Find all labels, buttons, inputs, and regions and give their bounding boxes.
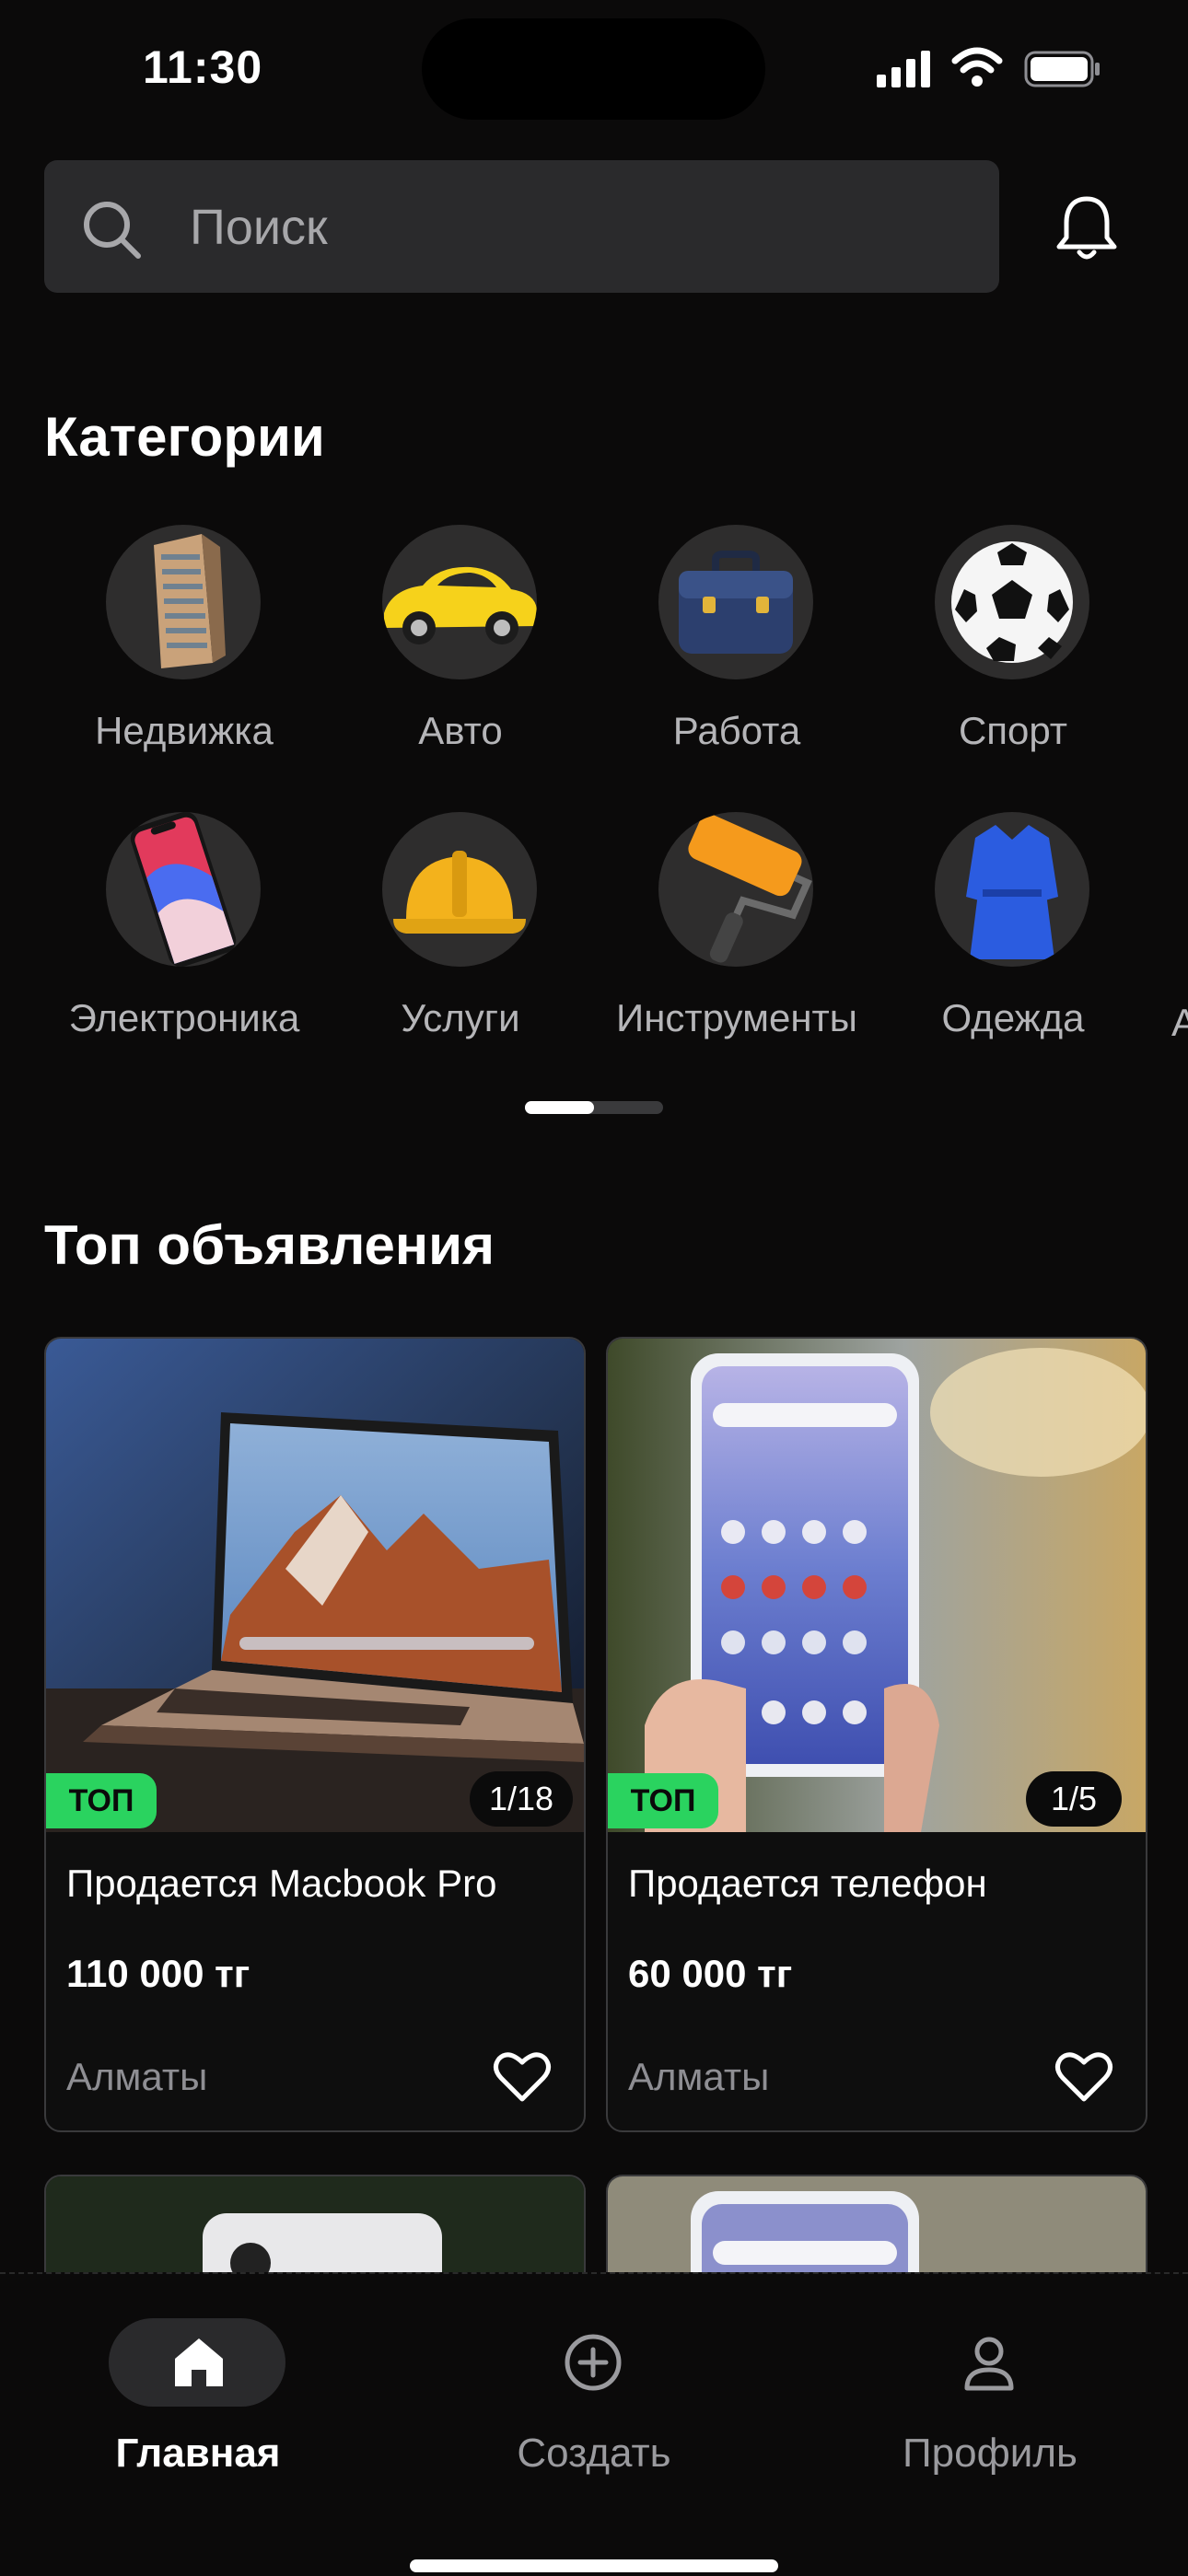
carousel-page-indicator[interactable] [525,1101,663,1114]
search-bar[interactable] [44,160,999,293]
photo-count-badge: 1/18 [470,1771,573,1827]
signal-icon [877,51,932,92]
battery-icon [1024,51,1101,92]
briefcase-icon [658,525,813,679]
nav-home[interactable]: Главная [0,2274,396,2504]
top-badge: ТОП [46,1773,157,1828]
hard-hat-icon [382,812,537,967]
notifications-button[interactable] [1050,191,1124,265]
nav-label: Главная [115,2431,281,2476]
nav-profile[interactable]: Профиль [792,2274,1188,2504]
home-icon [166,2329,232,2396]
listing-photo-phone[interactable]: ТОП 1/5 [608,1339,1146,1832]
soccer-ball-icon [935,525,1089,679]
photo-count-badge: 1/5 [1026,1771,1122,1827]
listing-title: Продается Macbook Pro [66,1862,497,1905]
favorite-button[interactable] [1052,2044,1116,2108]
dynamic-island [422,18,765,120]
dress-icon [935,812,1089,967]
category-label: Спорт [958,709,1068,752]
building-icon [106,525,261,679]
categories-title: Категории [44,406,325,468]
home-indicator [410,2559,778,2572]
search-input[interactable] [188,188,947,267]
top-ads-title: Топ объявления [44,1214,495,1276]
listing-price: 110 000 тг [66,1952,250,1995]
category-work[interactable]: Работа [589,525,866,792]
nav-create[interactable]: Создать [396,2274,792,2504]
listing-card[interactable]: ТОП 1/5 Продается телефон 60 000 тг Алма… [606,1337,1147,2132]
category-sport[interactable]: Спорт [866,525,1142,792]
category-label: Одежда [941,996,1085,1039]
category-label-partial: А [1171,1001,1188,1044]
bell-icon [1050,196,1124,269]
car-icon [382,525,537,679]
page-indicator-active [525,1101,594,1114]
category-real-estate[interactable]: Недвижка [37,525,313,792]
category-services[interactable]: Услуги [313,812,589,1079]
smartphone-icon [106,812,261,967]
search-icon [81,199,142,264]
bottom-navigation: Главная Создать Профиль [0,2272,1188,2576]
status-time: 11:30 [143,41,263,93]
favorite-button[interactable] [490,2044,554,2108]
paint-roller-icon [658,812,813,967]
listing-city: Алматы [628,2055,770,2098]
listing-city: Алматы [66,2055,208,2098]
category-tools[interactable]: Инструменты [589,812,866,1079]
plus-circle-icon [560,2329,626,2396]
wifi-icon [951,46,1003,93]
listing-photo-laptop[interactable]: ТОП 1/18 [46,1339,584,1832]
heart-icon [490,2052,554,2112]
listing-card[interactable]: ТОП 1/18 Продается Macbook Pro 110 000 т… [44,1337,586,2132]
user-icon [956,2329,1022,2396]
listing-price: 60 000 тг [628,1952,793,1995]
nav-label: Создать [517,2431,671,2476]
category-auto[interactable]: Авто [313,525,589,792]
heart-icon [1052,2052,1116,2112]
category-clothes[interactable]: Одежда [866,812,1142,1079]
listing-title: Продается телефон [628,1862,987,1905]
category-electronics[interactable]: Электроника [37,812,313,1079]
nav-label: Профиль [903,2431,1077,2476]
top-badge: ТОП [608,1773,718,1828]
